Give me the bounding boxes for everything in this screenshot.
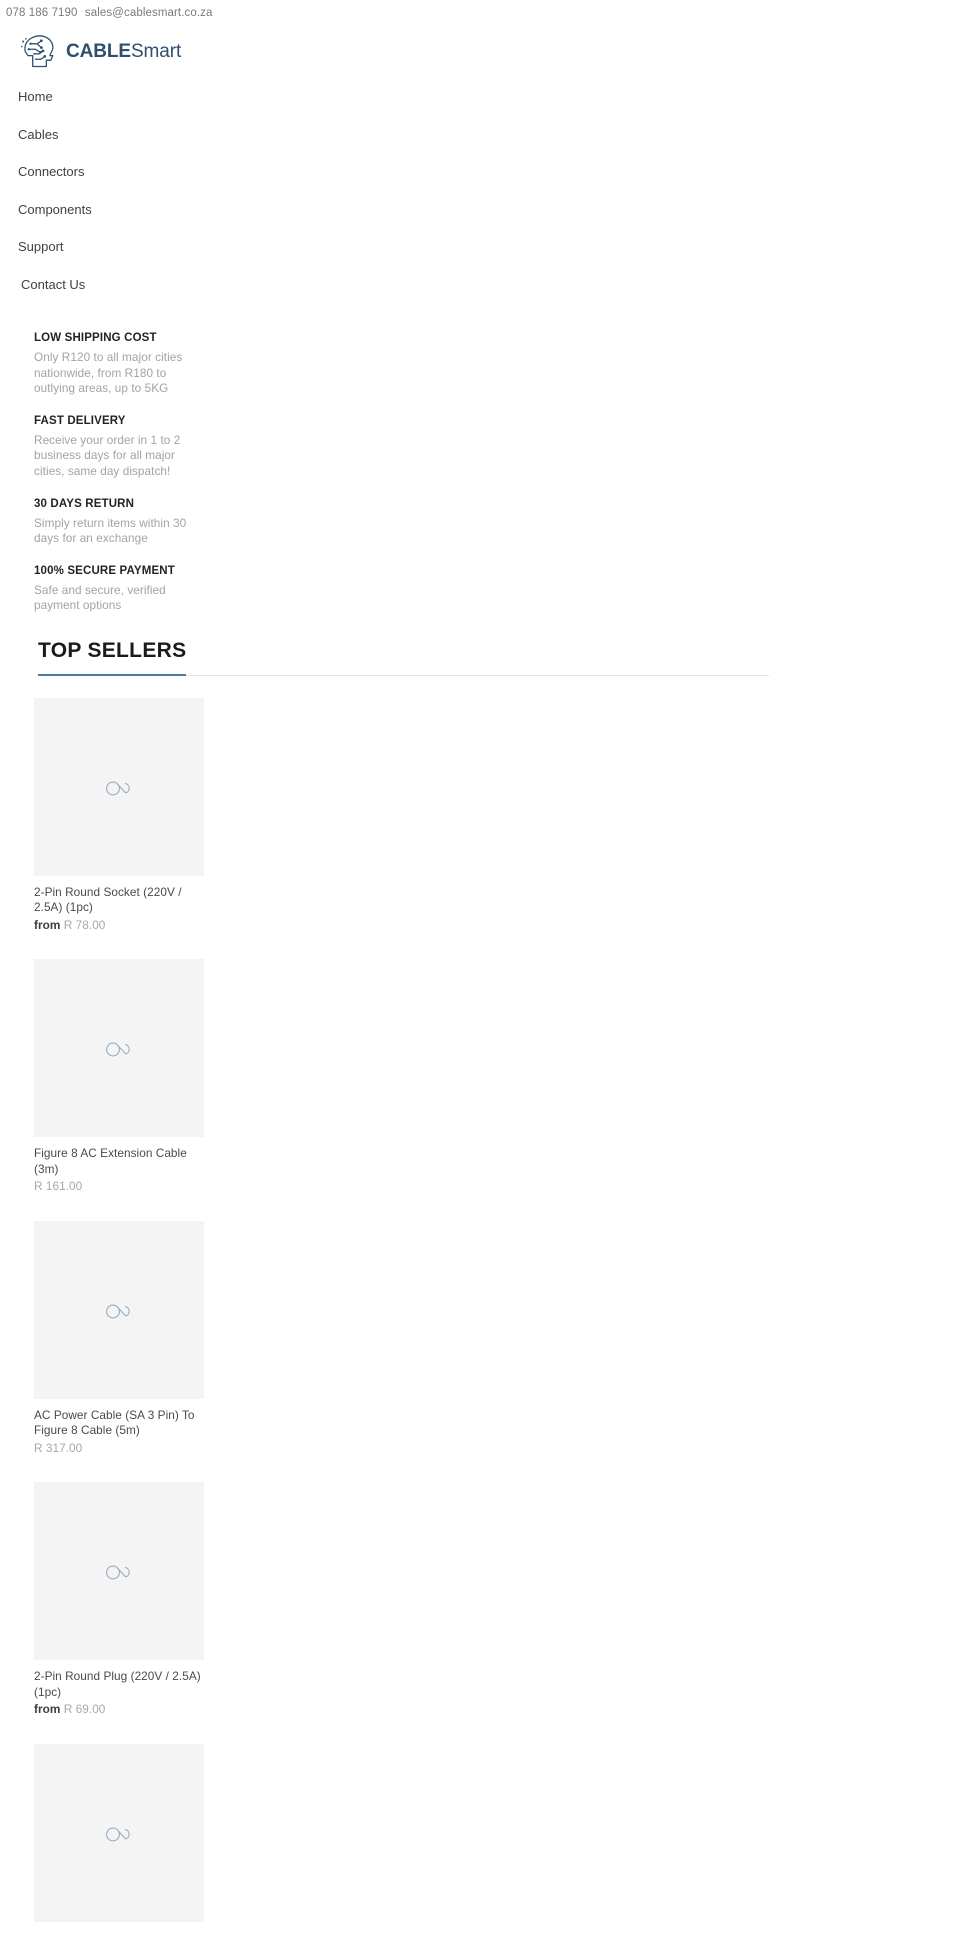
product-name[interactable]: 2-Pin Round Socket (220V / 2.5A) (1pc) bbox=[34, 885, 210, 916]
top-contact-bar: 078 186 7190 sales@cablesmart.co.za bbox=[0, 0, 960, 26]
feature-description: Receive your order in 1 to 2 business da… bbox=[34, 432, 181, 478]
product-card[interactable]: AC Power Cable (SA 3 Pin) To Figure 8 Ca… bbox=[34, 1220, 234, 1457]
brand-name: CABLESmart bbox=[66, 41, 181, 63]
price-prefix: from bbox=[34, 917, 61, 932]
loading-spinner-icon bbox=[106, 781, 130, 796]
product-thumbnail[interactable] bbox=[34, 1482, 204, 1661]
product-name[interactable]: 2-Pin Round Plug (220V / 2.5A) (1pc) bbox=[34, 1669, 210, 1700]
loading-spinner-icon bbox=[106, 1827, 130, 1842]
price-value: R 78.00 bbox=[63, 917, 106, 932]
price-value: R 161.00 bbox=[34, 1179, 83, 1194]
feature-fast-delivery: FAST DELIVERY Receive your order in 1 to… bbox=[34, 414, 230, 480]
brand-name-bold: CABLE bbox=[66, 41, 131, 62]
section-title: TOP SELLERS bbox=[38, 638, 187, 676]
price-value: R 69.00 bbox=[63, 1702, 106, 1717]
feature-low-shipping-cost: LOW SHIPPING COST Only R120 to all major… bbox=[34, 331, 230, 397]
nav-item-cables[interactable]: Cables bbox=[0, 126, 960, 143]
contact-email[interactable]: sales@cablesmart.co.za bbox=[85, 7, 213, 19]
nav-item-contact-us[interactable]: Contact Us bbox=[0, 276, 960, 293]
price-prefix: from bbox=[34, 1702, 61, 1717]
loading-spinner-icon bbox=[106, 1304, 130, 1319]
product-thumbnail[interactable] bbox=[34, 1220, 204, 1399]
product-thumbnail[interactable] bbox=[34, 697, 204, 876]
feature-description: Safe and secure, verified payment option… bbox=[34, 582, 166, 613]
product-price: from R 78.00 bbox=[34, 918, 234, 934]
main-navigation: Home Cables Connectors Components Suppor… bbox=[0, 74, 960, 293]
contact-phone[interactable]: 078 186 7190 bbox=[6, 7, 78, 19]
top-sellers-product-list: 2-Pin Round Socket (220V / 2.5A) (1pc) f… bbox=[0, 676, 960, 1922]
nav-item-support[interactable]: Support bbox=[0, 238, 960, 255]
feature-title: 30 DAYS RETURN bbox=[34, 497, 135, 510]
product-name[interactable]: Figure 8 AC Extension Cable (3m) bbox=[34, 1146, 210, 1177]
brand-name-light: Smart bbox=[130, 41, 182, 62]
product-price: from R 69.00 bbox=[34, 1702, 234, 1718]
site-logo[interactable]: CABLESmart bbox=[0, 26, 960, 74]
nav-item-connectors[interactable]: Connectors bbox=[0, 163, 960, 180]
feature-title: 100% SECURE PAYMENT bbox=[34, 564, 175, 577]
feature-title: FAST DELIVERY bbox=[34, 414, 126, 427]
product-thumbnail[interactable] bbox=[34, 959, 204, 1138]
product-card[interactable]: 2-Pin Round Plug (220V / 2.5A) (1pc) fro… bbox=[34, 1482, 234, 1718]
feature-title: LOW SHIPPING COST bbox=[34, 332, 157, 344]
nav-item-home[interactable]: Home bbox=[0, 88, 960, 105]
loading-spinner-icon bbox=[106, 1042, 130, 1057]
nav-item-components[interactable]: Components bbox=[0, 201, 960, 218]
product-card[interactable]: 2-Pin Round Socket (220V / 2.5A) (1pc) f… bbox=[34, 697, 234, 934]
feature-secure-payment: 100% SECURE PAYMENT Safe and secure, ver… bbox=[34, 564, 230, 614]
price-value: R 317.00 bbox=[34, 1440, 83, 1455]
loading-spinner-icon bbox=[106, 1565, 130, 1580]
product-card[interactable]: Figure 8 AC Extension Cable (3m) R 161.0… bbox=[34, 959, 234, 1195]
feature-description: Simply return items within 30 days for a… bbox=[34, 515, 187, 546]
top-sellers-section-header: TOP SELLERS bbox=[38, 638, 769, 676]
product-card[interactable] bbox=[34, 1743, 234, 1922]
product-thumbnail[interactable] bbox=[34, 1743, 204, 1922]
product-price: R 161.00 bbox=[34, 1179, 234, 1195]
product-price: R 317.00 bbox=[34, 1441, 234, 1457]
head-circuit-logo-icon bbox=[18, 32, 62, 72]
feature-description: Only R120 to all major cities nationwide… bbox=[34, 350, 183, 396]
product-name[interactable]: AC Power Cable (SA 3 Pin) To Figure 8 Ca… bbox=[34, 1408, 210, 1439]
features-list: LOW SHIPPING COST Only R120 to all major… bbox=[0, 313, 230, 614]
feature-30-days-return: 30 DAYS RETURN Simply return items withi… bbox=[34, 497, 230, 547]
